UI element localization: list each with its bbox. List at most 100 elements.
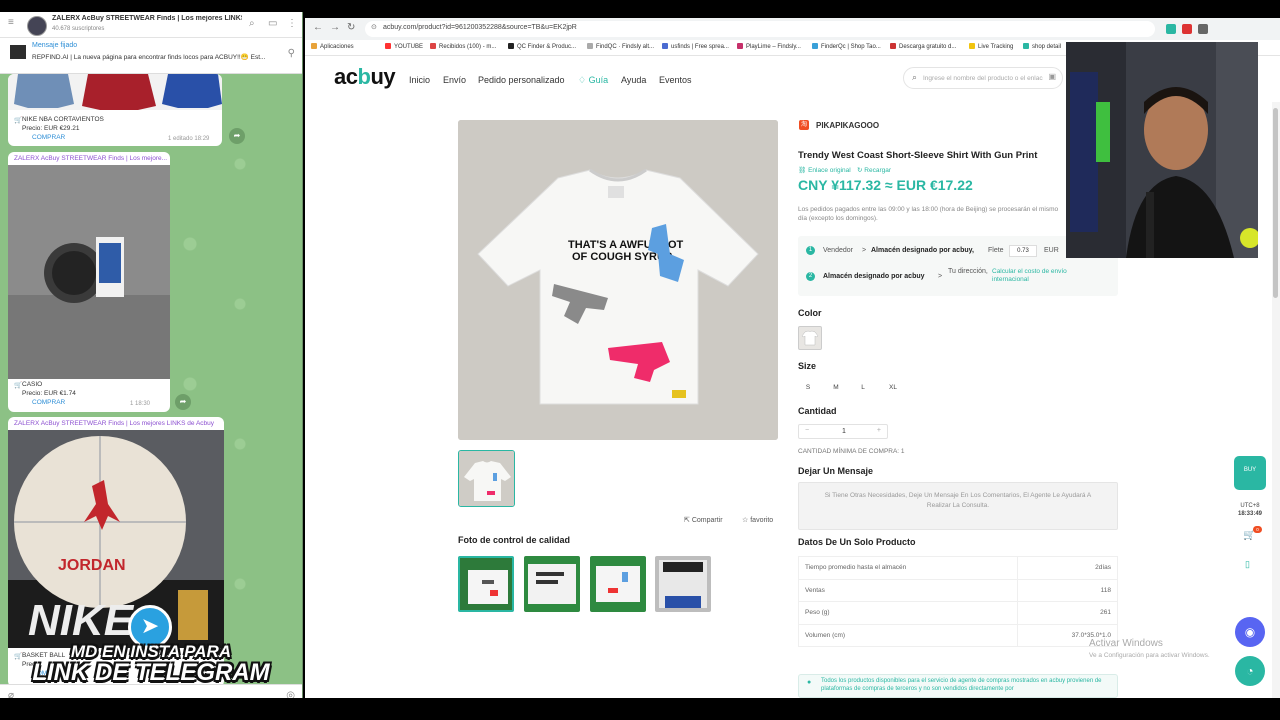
pinned-thumbnail	[10, 45, 26, 59]
extension-icon[interactable]	[1182, 24, 1192, 34]
pinned-message[interactable]: Mensaje fijado REPFIND.AI | La nueva pág…	[0, 38, 302, 74]
step-number: 2	[806, 272, 815, 281]
channel-avatar[interactable]	[27, 16, 47, 36]
info-icon: ●	[807, 679, 812, 686]
message-image-jackets[interactable]	[8, 74, 222, 110]
buy-link[interactable]: COMPRAR	[32, 134, 65, 141]
quantity-value[interactable]: 1	[799, 428, 889, 435]
table-key: Volumen (cm)	[798, 623, 1018, 647]
webcam-overlay	[1066, 42, 1258, 258]
extension-icon[interactable]	[1166, 24, 1176, 34]
message-price: Precio: EUR €1.74	[22, 390, 76, 397]
step-almacen: Almacén designado por acbuy,	[871, 247, 974, 254]
bookmark-item[interactable]: YOUTUBE	[385, 43, 423, 50]
lock-icon[interactable]: ⊙	[371, 23, 377, 31]
more-icon[interactable]: ⋮	[287, 18, 297, 29]
beijing-clock: UTC+8 18:33:49	[1237, 503, 1263, 517]
message-source[interactable]: ZALERX AcBuy STREETWEAR Finds | Los mejo…	[14, 420, 214, 427]
back-icon[interactable]: ≡	[8, 17, 14, 28]
qc-photo[interactable]	[524, 556, 580, 612]
svg-text:NIKE: NIKE	[28, 596, 135, 645]
product-thumbnail[interactable]	[458, 450, 515, 507]
product-main-image[interactable]: THAT'S A AWFUL LOT OF COUGH SYRUP	[458, 120, 778, 440]
nav-ayuda[interactable]: Ayuda	[621, 75, 646, 85]
nav-guia[interactable]: ♢ Guía	[578, 75, 608, 86]
color-swatch[interactable]	[798, 326, 822, 350]
search-icon[interactable]: ⌕	[912, 72, 917, 83]
message-image-casio[interactable]	[8, 165, 170, 379]
nav-eventos[interactable]: Eventos	[659, 75, 692, 85]
channel-title[interactable]: ZALERX AcBuy STREETWEAR Finds | Los mejo…	[52, 15, 242, 22]
extension-icon[interactable]	[1198, 24, 1208, 34]
tshirt-illustration: THAT'S A AWFUL LOT OF COUGH SYRUP	[458, 120, 778, 440]
share-button[interactable]: ⇱ Compartir	[684, 516, 723, 524]
bookmark-item[interactable]: QC Finder & Produc...	[508, 43, 576, 50]
mobile-icon[interactable]: ▯	[1245, 559, 1250, 570]
bookmark-item[interactable]: shop detail	[1023, 43, 1061, 50]
message-label: Dejar Un Mensaje	[798, 466, 874, 476]
address-bar: ← → ↻ ⊙ acbuy.com/product?id=96120035228…	[305, 18, 1280, 40]
cart-icon: 🛒	[14, 382, 23, 389]
how-to-buy-badge[interactable]: BUY	[1234, 456, 1266, 490]
search-input[interactable]: ⌕ Ingrese el nombre del producto o el en…	[903, 67, 1063, 89]
comments-icon[interactable]: ▭	[268, 18, 277, 29]
bookmark-item[interactable]: PlayLime – Findsly...	[737, 43, 801, 50]
bookmark-item[interactable]: Aplicaciones	[311, 43, 354, 50]
message-textarea[interactable]: Si Tiene Otras Necesidades, Deje Un Mens…	[798, 482, 1118, 530]
quantity-increase-button[interactable]: +	[877, 427, 881, 434]
nav-pedido-personalizado[interactable]: Pedido personalizado	[478, 75, 565, 85]
bookmark-item[interactable]: FinderQc | Shop Tao...	[812, 43, 881, 50]
forward-icon[interactable]: ➦	[175, 394, 191, 410]
chevron-right-icon: >	[938, 273, 943, 280]
qc-photo[interactable]	[655, 556, 711, 612]
buy-link[interactable]: COMPRAR	[32, 399, 65, 406]
bookmark-item[interactable]: Recibidos (100) - m...	[430, 43, 496, 50]
nav-envio[interactable]: Envío	[443, 75, 466, 85]
original-link[interactable]: ⛓ Enlace original	[798, 166, 851, 174]
acbuy-logo[interactable]: acbuy	[334, 64, 396, 90]
bookmark-item[interactable]: FindQC · Findsly alt...	[587, 43, 654, 50]
favorite-button[interactable]: ☆ favorito	[742, 516, 773, 524]
share-icon: ⇱	[684, 517, 692, 524]
size-option[interactable]: XL	[880, 380, 906, 394]
search-icon[interactable]: ⌕	[249, 18, 255, 29]
chat-area: 🛒 NIKE NBA CORTAVIENTOS Precio: EUR €29.…	[0, 74, 302, 687]
size-option[interactable]: S	[798, 380, 818, 394]
message-image-basketball[interactable]: JORDAN NIKE	[8, 430, 224, 648]
bookmark-item[interactable]: Descarga gratuito d...	[890, 43, 956, 50]
url-text[interactable]: acbuy.com/product?id=961200352288&source…	[383, 24, 577, 31]
bell-icon: ♢	[578, 75, 589, 85]
quantity-stepper[interactable]: − 1 +	[798, 424, 888, 439]
url-field[interactable]: ⊙ acbuy.com/product?id=961200352288&sour…	[365, 21, 1155, 37]
forward-icon[interactable]: ➦	[229, 128, 245, 144]
discord-icon[interactable]: ◉	[1235, 617, 1265, 647]
channel-subscribers: 40.678 suscriptores	[52, 26, 105, 32]
reload-link[interactable]: ↻ Recargar	[857, 166, 891, 174]
support-headset-icon[interactable]: ◔	[1235, 656, 1265, 686]
calculate-shipping-link[interactable]: Calcular el costo de envío internacional	[992, 268, 1102, 284]
qc-photo[interactable]	[590, 556, 646, 612]
size-option[interactable]: M	[825, 380, 847, 394]
pin-icon[interactable]: ⚲	[288, 48, 295, 59]
bookmark-item[interactable]: Live Tracking	[969, 43, 1013, 50]
camera-search-icon[interactable]: ▣	[1048, 72, 1056, 81]
telegram-window: ≡ ZALERX AcBuy STREETWEAR Finds | Los me…	[0, 12, 303, 698]
emoji-icon[interactable]: ◎	[286, 690, 295, 698]
qc-photo[interactable]	[458, 556, 514, 612]
streamer-webcam-image	[1066, 42, 1258, 258]
nav-inicio[interactable]: Inicio	[409, 75, 430, 85]
quantity-label: Cantidad	[798, 406, 837, 416]
message-source[interactable]: ZALERX AcBuy STREETWEAR Finds | Los mejo…	[14, 155, 167, 162]
flete-value: 0.73	[1009, 245, 1037, 257]
attach-icon[interactable]: ⌀	[8, 690, 14, 698]
bookmark-item[interactable]: usfinds | Free sprea...	[662, 43, 729, 50]
forward-icon[interactable]: →	[330, 22, 340, 33]
back-icon[interactable]: ←	[313, 22, 323, 33]
telegram-header: ≡ ZALERX AcBuy STREETWEAR Finds | Los me…	[0, 12, 302, 38]
scrollbar-thumb[interactable]	[1273, 108, 1278, 298]
seller-name[interactable]: PIKAPIKAGOOO	[816, 121, 879, 130]
step-vendedor: Vendedor	[823, 247, 853, 254]
reload-icon[interactable]: ↻	[347, 22, 355, 33]
size-option[interactable]: L	[853, 380, 873, 394]
step-number: 1	[806, 246, 815, 255]
